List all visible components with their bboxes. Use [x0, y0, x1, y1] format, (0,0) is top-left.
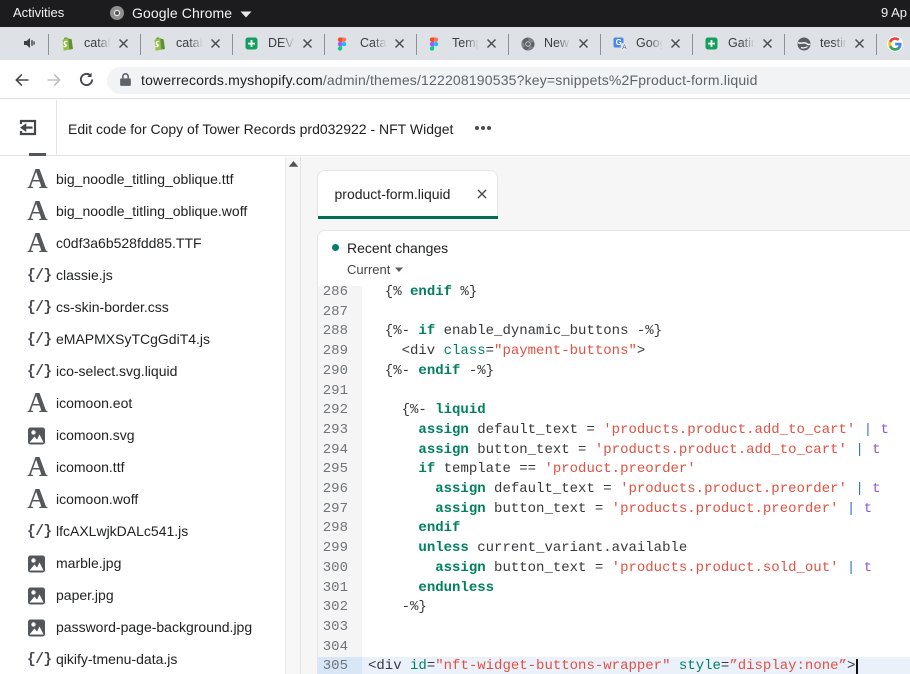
svg-text:A: A [622, 44, 627, 51]
